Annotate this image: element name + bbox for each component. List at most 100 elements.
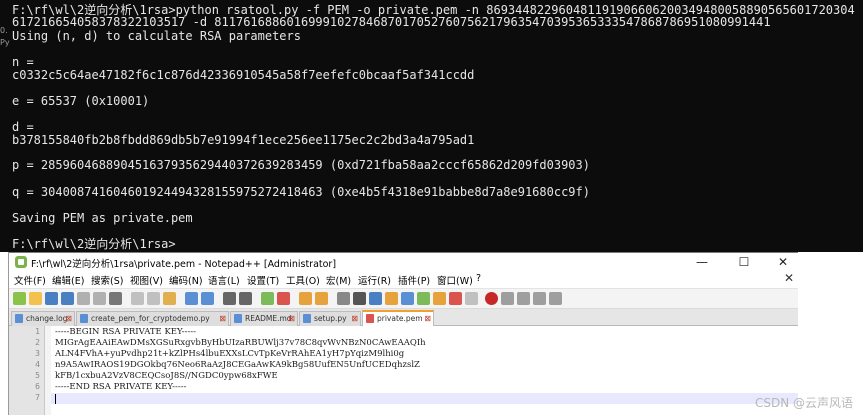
file-icon: [366, 314, 374, 323]
tab-label: README.md: [245, 314, 292, 323]
zoom-out-icon[interactable]: [277, 292, 290, 305]
menu-search[interactable]: 搜索(S): [91, 273, 123, 287]
tab-label: create_pem_for_cryptodemo.py: [91, 314, 210, 323]
tab-close-icon[interactable]: ⊠: [219, 312, 226, 325]
console-line: d =: [12, 120, 34, 134]
tab-close-icon[interactable]: ⊠: [288, 312, 295, 325]
background-window-edge: 0. Py: [0, 0, 10, 252]
save-all-icon[interactable]: [61, 292, 74, 305]
menu-plugins[interactable]: 插件(P): [398, 273, 430, 287]
code-line: -----BEGIN RSA PRIVATE KEY-----: [55, 327, 197, 337]
monitoring-icon[interactable]: [449, 292, 462, 305]
open-file-icon[interactable]: [29, 292, 42, 305]
sync-scroll-h-icon[interactable]: [315, 292, 328, 305]
tab-change-log[interactable]: change.log ⊠: [11, 311, 75, 326]
toolbar: [9, 289, 798, 309]
code-line: n9A5AwIRAOS19DGOkbq76Neo6RaAzJ8CEGaAwKA9…: [55, 360, 420, 370]
print-icon[interactable]: [109, 292, 122, 305]
menu-bar: 文件(F) 编辑(E) 搜索(S) 视图(V) 编码(N) 语言(L) 设置(T…: [9, 270, 798, 289]
undo-icon[interactable]: [185, 292, 198, 305]
console-line: c0332c5c64ae47182f6c1c876d42336910545a58…: [12, 68, 475, 82]
line-number: 3: [35, 349, 40, 358]
save-icon[interactable]: [45, 292, 58, 305]
minimize-button[interactable]: —: [689, 254, 715, 270]
line-number: 5: [35, 371, 40, 380]
menu-encoding[interactable]: 编码(N): [169, 273, 203, 287]
tab-create-pem[interactable]: create_pem_for_cryptodemo.py ⊠: [76, 311, 229, 326]
record-macro-icon[interactable]: [485, 292, 498, 305]
sync-scroll-v-icon[interactable]: [299, 292, 312, 305]
word-wrap-icon[interactable]: [337, 292, 350, 305]
tab-close-icon[interactable]: ⊠: [424, 312, 431, 325]
menu-view[interactable]: 视图(V): [130, 273, 163, 287]
text-caret: [55, 394, 56, 404]
tab-label: setup.py: [314, 314, 347, 323]
menu-settings[interactable]: 设置(T): [247, 273, 279, 287]
line-number: 7: [35, 393, 40, 402]
console-line: Saving PEM as private.pem: [12, 211, 193, 225]
run-macro-multiple-icon[interactable]: [533, 292, 546, 305]
window-title: F:\rf\wl\2逆向分析\1rsa\private.pem - Notepa…: [31, 259, 337, 270]
file-icon: [234, 314, 242, 323]
tab-label: private.pem: [377, 314, 423, 323]
title-bar[interactable]: F:\rf\wl\2逆向分析\1rsa\private.pem - Notepa…: [9, 252, 798, 270]
console-line: 6172166540583783221035​17 -d 81176168860…: [12, 15, 771, 29]
notepadpp-window[interactable]: F:\rf\wl\2逆向分析\1rsa\private.pem - Notepa…: [8, 252, 798, 415]
code-line: kFB/1cxbuA2VzV8CEQCsoJ8S//NGDC0ypw68xFWE: [55, 371, 278, 381]
console-line: p = 285960468890451637935629440372639283…: [12, 158, 590, 172]
close-all-icon[interactable]: [93, 292, 106, 305]
menu-run[interactable]: 运行(R): [358, 273, 391, 287]
line-number-gutter: 1 2 3 4 5 6 7: [9, 326, 45, 415]
function-list-icon[interactable]: [417, 292, 430, 305]
maximize-button[interactable]: ☐: [731, 254, 757, 270]
redo-icon[interactable]: [201, 292, 214, 305]
code-line: -----END RSA PRIVATE KEY-----: [55, 382, 187, 392]
language-icon[interactable]: [385, 292, 398, 305]
tab-private-pem[interactable]: private.pem ⊠: [362, 310, 434, 326]
console-line: Using (n, d) to calculate RSA parameters: [12, 29, 301, 43]
current-line-highlight: [51, 393, 798, 404]
new-file-icon[interactable]: [13, 292, 26, 305]
code-line: ALN4FVhA+yuPvdhp21t+kZlPHs4lbuEXXsLCvTpK…: [55, 349, 405, 359]
copy-icon[interactable]: [147, 292, 160, 305]
cut-icon[interactable]: [131, 292, 144, 305]
zoom-in-icon[interactable]: [261, 292, 274, 305]
menu-macro[interactable]: 宏(M): [326, 273, 351, 287]
tab-setup[interactable]: setup.py ⊠: [299, 311, 361, 326]
notepadpp-app-icon: [15, 256, 27, 268]
menu-edit[interactable]: 编辑(E): [52, 273, 84, 287]
line-number: 1: [35, 327, 40, 336]
eye-icon[interactable]: [465, 292, 478, 305]
indent-guide-icon[interactable]: [369, 292, 382, 305]
tab-readme[interactable]: README.md ⊠: [230, 311, 298, 326]
console-window[interactable]: F:\rf\wl\2逆向分析\1rsa>python rsatool.py -f…: [0, 0, 863, 252]
close-document-icon[interactable]: ✕: [784, 271, 794, 285]
editor-area[interactable]: 1 2 3 4 5 6 7 -----BEGIN RSA PRIVATE KEY…: [9, 326, 798, 415]
file-icon: [15, 314, 23, 323]
menu-tools[interactable]: 工具(O): [286, 273, 320, 287]
menu-language[interactable]: 语言(L): [208, 273, 240, 287]
tab-close-icon[interactable]: ⊠: [351, 312, 358, 325]
folder-as-workspace-icon[interactable]: [433, 292, 446, 305]
menu-help[interactable]: ?: [476, 273, 481, 284]
stop-macro-icon[interactable]: [501, 292, 514, 305]
show-all-chars-icon[interactable]: [353, 292, 366, 305]
doc-map-icon[interactable]: [401, 292, 414, 305]
tab-close-icon[interactable]: ⊠: [65, 312, 72, 325]
play-macro-icon[interactable]: [517, 292, 530, 305]
document-tabs: change.log ⊠ create_pem_for_cryptodemo.p…: [9, 309, 798, 326]
file-icon: [303, 314, 311, 323]
find-icon[interactable]: [223, 292, 236, 305]
menu-window[interactable]: 窗口(W): [437, 273, 473, 287]
close-button[interactable]: ✕: [770, 254, 796, 270]
console-prompt[interactable]: F:\rf\wl\2逆向分析\1rsa>: [12, 237, 176, 251]
replace-icon[interactable]: [239, 292, 252, 305]
code-line: MIGrAgEAAiEAwDMsXGSuRxgvbByHbUIzaRBUWlj3…: [55, 338, 426, 348]
save-macro-icon[interactable]: [549, 292, 562, 305]
console-line: n =: [12, 55, 34, 69]
menu-file[interactable]: 文件(F): [14, 273, 46, 287]
file-icon: [80, 314, 88, 323]
desktop-background: [798, 252, 863, 415]
close-file-icon[interactable]: [77, 292, 90, 305]
paste-icon[interactable]: [163, 292, 176, 305]
